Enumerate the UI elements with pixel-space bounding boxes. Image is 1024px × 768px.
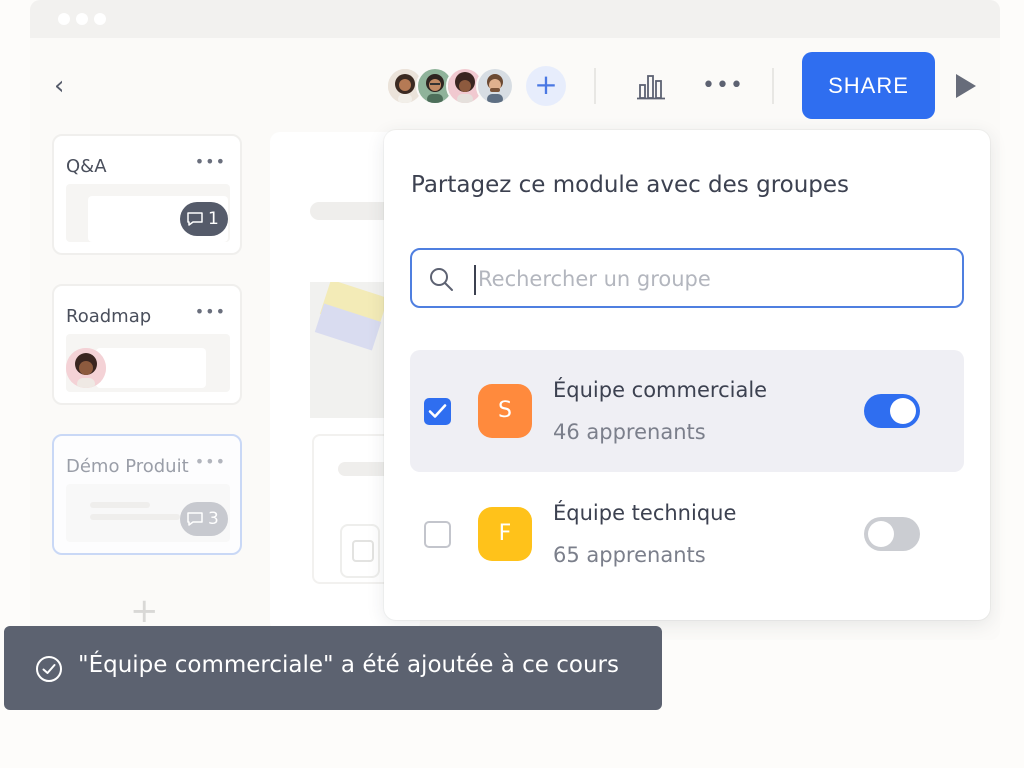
window-dot: [58, 13, 70, 25]
window-dot: [94, 13, 106, 25]
bar-chart-icon[interactable]: [636, 72, 666, 100]
group-row-commerciale[interactable]: S Équipe commerciale 46 apprenants: [410, 350, 964, 472]
placeholder-line: [90, 502, 150, 508]
success-toast: "Équipe commerciale" a été ajoutée à ce …: [4, 626, 662, 710]
group-search-field[interactable]: [410, 248, 964, 308]
card-more-icon[interactable]: •••: [195, 452, 226, 471]
popover-title: Partagez ce module avec des groupes: [411, 172, 850, 198]
group-member-count: 46 apprenants: [553, 420, 706, 444]
back-chevron-icon[interactable]: ‹: [54, 72, 78, 100]
share-groups-popover: Partagez ce module avec des groupes S Éq…: [384, 130, 990, 620]
group-checkbox[interactable]: [424, 521, 451, 548]
group-share-toggle[interactable]: [864, 517, 920, 551]
card-title: Roadmap: [66, 306, 152, 327]
group-search-input[interactable]: [478, 260, 948, 298]
toast-message: "Équipe commerciale" a été ajoutée à ce …: [78, 652, 619, 678]
group-avatar: S: [478, 384, 532, 438]
group-row-technique[interactable]: F Équipe technique 65 apprenants: [410, 473, 964, 595]
comment-count: 1: [208, 209, 219, 229]
card-author-avatar: [66, 348, 106, 388]
comment-icon: [187, 512, 203, 526]
card-title: Q&A: [66, 156, 107, 177]
toolbar-divider: [594, 68, 596, 104]
comment-count: 3: [208, 509, 219, 529]
toolbar-divider: [772, 68, 774, 104]
check-circle-icon: [36, 656, 62, 682]
comment-icon: [187, 212, 203, 226]
group-share-toggle[interactable]: [864, 394, 920, 428]
search-icon: [430, 268, 453, 291]
member-avatar[interactable]: [476, 67, 514, 105]
module-card-roadmap[interactable]: Roadmap •••: [52, 284, 242, 405]
toggle-knob: [890, 398, 916, 424]
group-name: Équipe technique: [553, 501, 737, 525]
group-member-count: 65 apprenants: [553, 543, 706, 567]
toggle-knob: [868, 521, 894, 547]
text-caret: [474, 265, 476, 295]
comment-count-badge[interactable]: 1: [180, 202, 228, 236]
comment-count-badge[interactable]: 3: [180, 502, 228, 536]
card-more-icon[interactable]: •••: [195, 152, 226, 171]
card-title: Démo Produit: [66, 456, 189, 477]
play-icon[interactable]: [956, 74, 976, 98]
group-checkbox[interactable]: [424, 398, 451, 425]
group-name: Équipe commerciale: [553, 378, 768, 402]
checkmark-icon: [428, 404, 447, 418]
window-dot: [76, 13, 88, 25]
add-member-button[interactable]: +: [526, 66, 566, 106]
group-avatar: F: [478, 507, 532, 561]
module-card-demo-produit[interactable]: Démo Produit ••• 3: [52, 434, 242, 555]
placeholder-line: [90, 514, 180, 520]
add-card-icon[interactable]: +: [130, 594, 159, 628]
module-card-qa[interactable]: Q&A ••• 1: [52, 134, 242, 255]
card-preview-inner: [96, 348, 206, 388]
plus-icon: +: [534, 68, 558, 101]
more-horizontal-icon[interactable]: •••: [702, 74, 743, 98]
title-bar: [30, 0, 1000, 38]
share-button[interactable]: SHARE: [802, 52, 935, 119]
card-more-icon[interactable]: •••: [195, 302, 226, 321]
